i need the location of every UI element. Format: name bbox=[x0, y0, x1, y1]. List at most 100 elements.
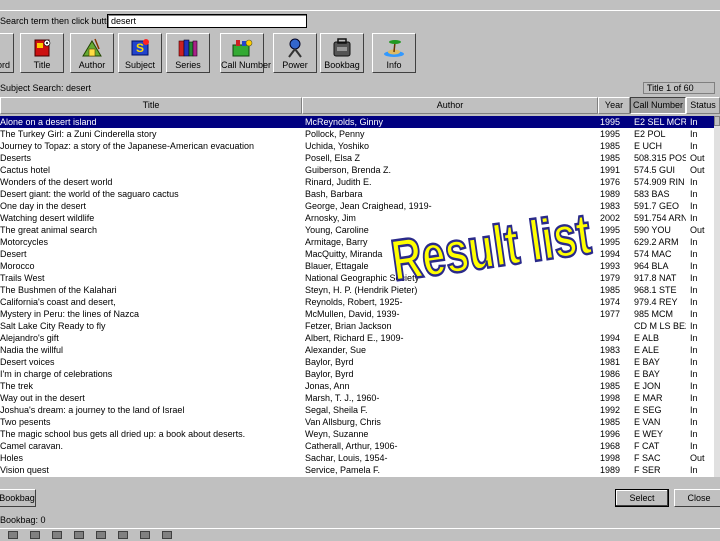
result-row[interactable]: Nadia the willful Alexander, Sue 1983 E ALE… bbox=[0, 344, 714, 356]
status-row: Subject Search: desert Title 1 of 60 bbox=[0, 82, 720, 95]
search-input[interactable] bbox=[107, 14, 307, 28]
result-row[interactable]: Salt Lake City Ready to fly Fetzer, Brian… bbox=[0, 320, 714, 332]
result-row[interactable]: Camel caravan. Catherall, Arthur, 1906- 19… bbox=[0, 440, 714, 452]
result-year: 1985 bbox=[600, 417, 621, 427]
result-year: 1979 bbox=[600, 273, 621, 283]
result-status: In bbox=[690, 369, 698, 379]
result-title: Alejandro's gift bbox=[0, 333, 59, 343]
result-status: In bbox=[690, 261, 698, 271]
author-search-button[interactable]: Author bbox=[70, 33, 114, 73]
taskbar-app-icon[interactable] bbox=[30, 531, 40, 539]
result-row[interactable]: Vision quest Service, Pamela F. 1989 F SER I… bbox=[0, 464, 714, 476]
select-button[interactable]: Select bbox=[615, 489, 669, 507]
series-search-button[interactable]: Series bbox=[166, 33, 210, 73]
bookbag-button[interactable]: Bookbag bbox=[0, 489, 36, 507]
result-row[interactable]: Watching desert wildlife Arnosky, Jim 2002… bbox=[0, 212, 714, 224]
taskbar-app-icon[interactable] bbox=[74, 531, 84, 539]
result-row[interactable]: Morocco Blauer, Ettagale 1993 964 BLA In bbox=[0, 260, 714, 272]
result-row[interactable]: Alejandro's gift Albert, Richard E., 1909… bbox=[0, 332, 714, 344]
info-button[interactable]: Info bbox=[372, 33, 416, 73]
bookbag-toolbar-button[interactable]: Bookbag bbox=[320, 33, 364, 73]
result-year: 1985 bbox=[600, 153, 621, 163]
close-button[interactable]: Close bbox=[674, 489, 720, 507]
subject-search-button[interactable]: S Subject bbox=[118, 33, 162, 73]
call-number-search-button[interactable]: Call Number bbox=[220, 33, 271, 73]
column-header-call-number[interactable]: Call Number bbox=[630, 97, 686, 114]
power-search-button[interactable]: Power bbox=[273, 33, 317, 73]
taskbar-app-icon[interactable] bbox=[140, 531, 150, 539]
result-row[interactable]: Motorcycles Armitage, Barry 1995 629.2 ARM I… bbox=[0, 236, 714, 248]
column-header-author[interactable]: Author bbox=[302, 97, 598, 114]
result-row[interactable]: The Bushmen of the Kalahari Steyn, H. P. … bbox=[0, 284, 714, 296]
result-status: In bbox=[690, 405, 698, 415]
column-header-status[interactable]: Status bbox=[686, 97, 720, 114]
result-author: Rinard, Judith E. bbox=[305, 177, 372, 187]
result-title: Desert voices bbox=[0, 357, 55, 367]
result-row[interactable]: Way out in the desert Marsh, T. J., 1960-… bbox=[0, 392, 714, 404]
title-search-button[interactable]: Title bbox=[20, 33, 64, 73]
result-row[interactable]: Two pesents Van Allsburg, Chris 1985 E VAN I… bbox=[0, 416, 714, 428]
svg-text:S: S bbox=[136, 41, 144, 55]
result-row[interactable]: The Turkey Girl: a Zuni Cinderella story… bbox=[0, 128, 714, 140]
result-title: Camel caravan. bbox=[0, 441, 64, 451]
result-row[interactable]: I'm in charge of celebrations Baylor, Byr… bbox=[0, 368, 714, 380]
result-call-number: E SEG bbox=[634, 405, 662, 415]
result-year: 1985 bbox=[600, 141, 621, 151]
result-call-number: E BAY bbox=[634, 357, 660, 367]
result-year: 1985 bbox=[600, 285, 621, 295]
title-book-icon bbox=[34, 39, 51, 57]
result-call-number: 591.7 GEO bbox=[634, 201, 680, 211]
result-row[interactable]: Journey to Topaz: a story of the Japanes… bbox=[0, 140, 714, 152]
result-year: 2002 bbox=[600, 213, 621, 223]
result-row[interactable]: Deserts Posell, Elsa Z 1985 508.315 POS Out bbox=[0, 152, 714, 164]
result-year: 1976 bbox=[600, 177, 621, 187]
result-call-number: 979.4 REY bbox=[634, 297, 678, 307]
taskbar-app-icon[interactable] bbox=[8, 531, 18, 539]
result-year: 1998 bbox=[600, 393, 621, 403]
result-call-number: F SAC bbox=[634, 453, 661, 463]
result-author: Van Allsburg, Chris bbox=[305, 417, 381, 427]
taskbar-app-icon[interactable] bbox=[118, 531, 128, 539]
keyword-search-button[interactable]: ord bbox=[0, 33, 14, 73]
result-row[interactable]: The great animal search Young, Caroline 19… bbox=[0, 224, 714, 236]
result-row[interactable]: One day in the desert George, Jean Craigh… bbox=[0, 200, 714, 212]
result-row[interactable]: Mystery in Peru: the lines of Nazca McMul… bbox=[0, 308, 714, 320]
taskbar-app-icon[interactable] bbox=[52, 531, 62, 539]
result-status: In bbox=[690, 129, 698, 139]
column-header-year[interactable]: Year bbox=[598, 97, 630, 114]
result-title: One day in the desert bbox=[0, 201, 87, 211]
result-row[interactable]: Trails West National Geographic Society 19… bbox=[0, 272, 714, 284]
result-author: Pollock, Penny bbox=[305, 129, 365, 139]
result-title: Deserts bbox=[0, 153, 32, 163]
result-call-number: 508.315 POS bbox=[634, 153, 686, 163]
result-call-number: F SER bbox=[634, 465, 661, 475]
scroll-up-arrow[interactable] bbox=[714, 116, 720, 126]
result-row[interactable]: Cactus hotel Guiberson, Brenda Z. 1991 574.… bbox=[0, 164, 714, 176]
result-row[interactable]: Alone on a desert island McReynolds, Ginn… bbox=[0, 116, 714, 128]
result-row[interactable]: California's coast and desert, Reynolds, … bbox=[0, 296, 714, 308]
power-search-label: Power bbox=[282, 60, 308, 70]
result-title: The Turkey Girl: a Zuni Cinderella story bbox=[0, 129, 157, 139]
result-author: Albert, Richard E., 1909- bbox=[305, 333, 404, 343]
series-books-icon bbox=[178, 39, 198, 57]
result-call-number: F CAT bbox=[634, 441, 660, 451]
result-author: Guiberson, Brenda Z. bbox=[305, 165, 392, 175]
result-row[interactable]: The trek Jonas, Ann 1985 E JON In bbox=[0, 380, 714, 392]
result-row[interactable]: Desert giant: the world of the saguaro c… bbox=[0, 188, 714, 200]
result-row[interactable]: Joshua's dream: a journey to the land of… bbox=[0, 404, 714, 416]
result-row[interactable]: Holes Sachar, Louis, 1954- 1998 F SAC Out bbox=[0, 452, 714, 464]
column-header-title[interactable]: Title bbox=[0, 97, 302, 114]
taskbar-app-icon[interactable] bbox=[162, 531, 172, 539]
result-call-number: 574 MAC bbox=[634, 249, 672, 259]
result-row[interactable]: Desert voices Baylor, Byrd 1981 E BAY In bbox=[0, 356, 714, 368]
result-title: The magic school bus gets all dried up: … bbox=[0, 429, 246, 439]
result-scrollbar[interactable] bbox=[714, 116, 720, 477]
result-row[interactable]: Wonders of the desert world Rinard, Judit… bbox=[0, 176, 714, 188]
result-year: 1995 bbox=[600, 237, 621, 247]
result-row[interactable]: Desert MacQuitty, Miranda 1994 574 MAC In bbox=[0, 248, 714, 260]
result-year: 1983 bbox=[600, 345, 621, 355]
result-title: Nadia the willful bbox=[0, 345, 64, 355]
taskbar-app-icon[interactable] bbox=[96, 531, 106, 539]
result-year: 1992 bbox=[600, 405, 621, 415]
result-row[interactable]: The magic school bus gets all dried up: … bbox=[0, 428, 714, 440]
